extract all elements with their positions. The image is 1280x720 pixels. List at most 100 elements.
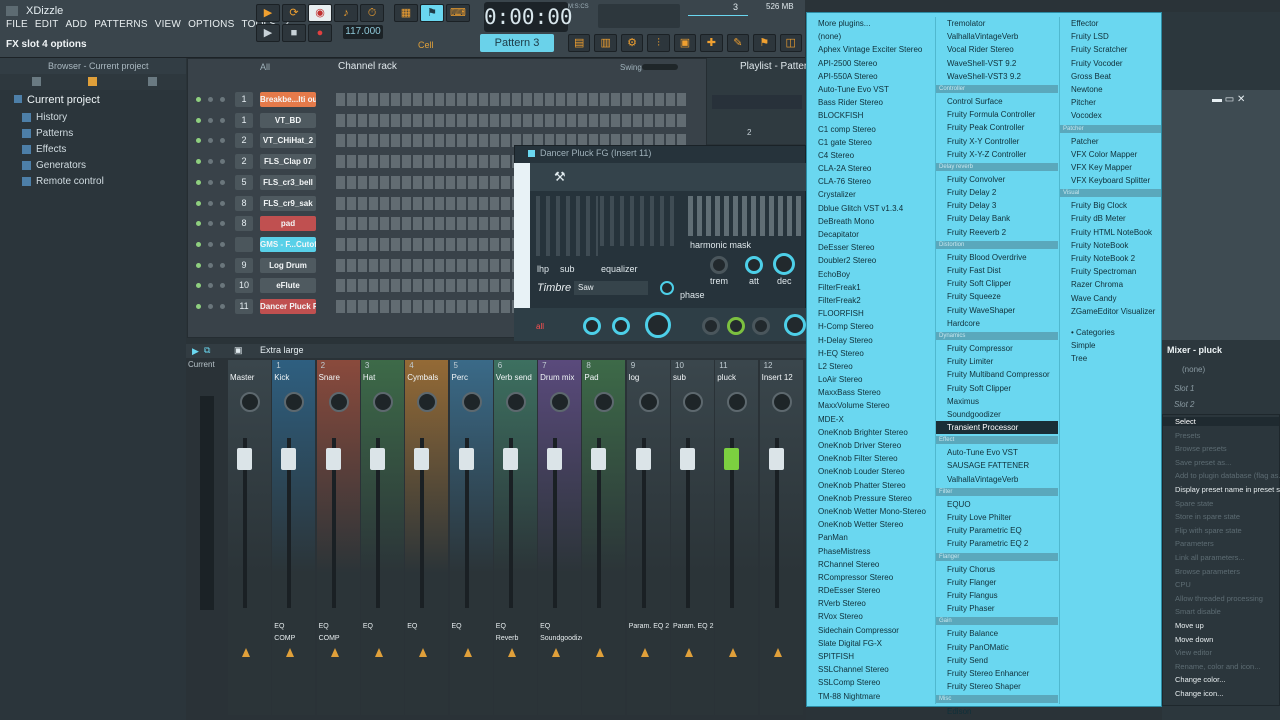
browser-root-item[interactable]: Current project: [14, 94, 100, 106]
footer-knob-5[interactable]: [727, 317, 745, 335]
context-menu-item[interactable]: Move up: [1175, 621, 1204, 630]
channel-name-button[interactable]: FLS_Clap 07: [260, 154, 316, 170]
track-fader[interactable]: [768, 448, 784, 470]
route-arrow-icon[interactable]: [286, 648, 295, 657]
channel-mixer-track[interactable]: 2: [235, 154, 253, 170]
channel-led[interactable]: [196, 283, 201, 289]
channel-mixer-track[interactable]: 9: [235, 257, 253, 273]
context-menu-item[interactable]: Move down: [1175, 635, 1213, 644]
plugin-menu-item[interactable]: MDE-X: [807, 413, 935, 426]
plugin-menu-item[interactable]: Fruity Convolver: [936, 173, 1058, 186]
track-pan-knob[interactable]: [505, 392, 526, 412]
mixer-track[interactable]: 12 Insert 12: [759, 360, 803, 715]
plugin-menu-item[interactable]: CLA-76 Stereo: [807, 175, 935, 188]
mixer-track[interactable]: 6 Verb send EQ Reverb: [493, 360, 537, 715]
track-pan-knob[interactable]: [284, 392, 305, 412]
plugin-menu-item[interactable]: EchoBoy: [807, 268, 935, 281]
plugin-menu-item[interactable]: FLOORFISH: [807, 307, 935, 320]
plugin-menu-item[interactable]: RVox Stereo: [807, 610, 935, 623]
song-time-display[interactable]: 0:00:00: [484, 2, 573, 32]
route-arrow-icon[interactable]: [596, 648, 605, 657]
channel-mixer-track[interactable]: 11: [235, 299, 253, 314]
channel-name-button[interactable]: VT_BD: [260, 112, 316, 128]
plugin-menu-item[interactable]: CLA-2A Stereo: [807, 162, 935, 175]
plugin-menu-item[interactable]: OneKnob Phatter Stereo: [807, 479, 935, 492]
plugin-menu-item[interactable]: Fruity Parametric EQ 2: [936, 537, 1058, 550]
channel-rack-icon[interactable]: ⚙: [620, 34, 644, 52]
channel-pan-knob[interactable]: [208, 179, 213, 185]
piano-icon[interactable]: ▥: [594, 34, 617, 52]
plugin-menu-item[interactable]: RCompressor Stereo: [807, 571, 935, 584]
mixer-track[interactable]: 4 Cymbals EQ: [405, 360, 449, 715]
channel-row[interactable]: 1 VT_BD: [192, 112, 702, 130]
track-pan-knob[interactable]: [771, 392, 792, 412]
channel-led[interactable]: [196, 200, 201, 206]
mixer-track[interactable]: 10 sub Param. EQ 2: [671, 360, 714, 715]
plugin-menu-item[interactable]: ValhallaVintageVerb: [936, 30, 1058, 43]
dec-knob[interactable]: [773, 253, 795, 275]
plugin-menu-item[interactable]: Fruity Delay 3: [936, 199, 1058, 212]
context-menu-item[interactable]: Rename, color and icon...: [1175, 662, 1260, 671]
track-name[interactable]: Drum mix: [540, 373, 574, 382]
wait-icon[interactable]: ⏱: [360, 4, 384, 22]
plugin-menu-item[interactable]: Newtone: [1060, 83, 1161, 96]
channel-name-button[interactable]: VT_CHiHat_2: [260, 133, 316, 149]
channel-pan-knob[interactable]: [208, 138, 213, 144]
channel-volume-knob[interactable]: [220, 138, 225, 144]
plugin-menu-item[interactable]: WaveShell-VST 9.2: [936, 57, 1058, 70]
context-menu-item[interactable]: Store in spare state: [1175, 512, 1240, 521]
plugin-menu-item[interactable]: Vocodex: [1060, 109, 1161, 122]
mixer-arrow-icon[interactable]: ▶: [192, 346, 199, 357]
track-name[interactable]: sub: [673, 373, 686, 382]
track-pan-knob[interactable]: [550, 392, 571, 412]
marker-icon[interactable]: ⚑: [753, 34, 776, 52]
plugin-menu-item[interactable]: DeBreath Mono: [807, 215, 935, 228]
plugin-menu-item[interactable]: Fruity NoteBook: [1060, 239, 1161, 252]
phase-knob[interactable]: [660, 281, 674, 295]
context-menu-item[interactable]: Spare state: [1175, 499, 1213, 508]
plugin-menu-item[interactable]: WaveShell-VST3 9.2: [936, 70, 1058, 83]
plugin-menu-item[interactable]: Slate Digital FG-X: [807, 637, 935, 650]
track-pan-knob[interactable]: [461, 392, 482, 412]
plugin-menu-item[interactable]: Fruity Squeeze: [936, 290, 1058, 303]
track-name[interactable]: log: [629, 373, 640, 382]
plugin-menu-item[interactable]: VFX Keyboard Splitter: [1060, 174, 1161, 187]
equalizer-sliders[interactable]: [600, 196, 680, 246]
channel-led[interactable]: [196, 179, 201, 185]
more-plugins-item[interactable]: More plugins...: [807, 17, 935, 30]
mixer-icon[interactable]: ⫶: [647, 34, 670, 52]
plugin-menu-item[interactable]: Auto-Tune Evo VST: [936, 446, 1058, 459]
plugin-menu-item[interactable]: C1 comp Stereo: [807, 123, 935, 136]
mixer-track[interactable]: Master: [228, 360, 271, 715]
plugin-menu-item[interactable]: Fruity Soft Clipper: [936, 382, 1058, 395]
plugin-menu-item[interactable]: Fruity NoteBook 2: [1060, 252, 1161, 265]
plugin-menu-item[interactable]: Edison: [936, 705, 1058, 718]
footer-knob-3[interactable]: [645, 312, 671, 338]
plugin-menu-item[interactable]: API-2500 Stereo: [807, 57, 935, 70]
channel-name-button[interactable]: GMS - F...Cutoff: [260, 236, 316, 252]
plugin-menu-item[interactable]: Fruity Delay 2: [936, 186, 1058, 199]
plugin-menu-item[interactable]: ValhallaVintageVerb: [936, 473, 1058, 486]
footer-knob-1[interactable]: [583, 317, 601, 335]
plugin-menu-item[interactable]: Crystalizer: [807, 188, 935, 201]
plugin-menu-item[interactable]: SSLComp Stereo: [807, 676, 935, 689]
plugin-menu-item[interactable]: Tremolator: [936, 17, 1058, 30]
mixer-view-icon[interactable]: ⧉: [204, 345, 210, 356]
channel-volume-knob[interactable]: [220, 262, 225, 268]
plugin-menu-item[interactable]: OneKnob Wetter Mono-Stereo: [807, 505, 935, 518]
menu-patterns[interactable]: PATTERNS: [94, 19, 147, 30]
context-menu-item[interactable]: Select: [1163, 417, 1279, 426]
context-menu-item[interactable]: Smart disable: [1175, 607, 1221, 616]
channel-name-button[interactable]: Log Drum: [260, 257, 316, 273]
plugin-menu-item[interactable]: PhaseMistress: [807, 545, 935, 558]
track-fader[interactable]: [325, 448, 341, 470]
track-fader[interactable]: [635, 448, 651, 470]
track-fader[interactable]: [547, 448, 563, 470]
step-sequencer[interactable]: [336, 93, 688, 106]
plugin-menu-item[interactable]: • Categories: [1060, 326, 1161, 339]
plugin-menu-item[interactable]: Fruity WaveShaper: [936, 304, 1058, 317]
pattern-selector[interactable]: Pattern 3: [480, 34, 554, 52]
fx-slot-1[interactable]: Slot 1: [1174, 384, 1194, 393]
track-pan-knob[interactable]: [240, 392, 260, 412]
plugin-menu-item[interactable]: (none): [807, 30, 935, 43]
